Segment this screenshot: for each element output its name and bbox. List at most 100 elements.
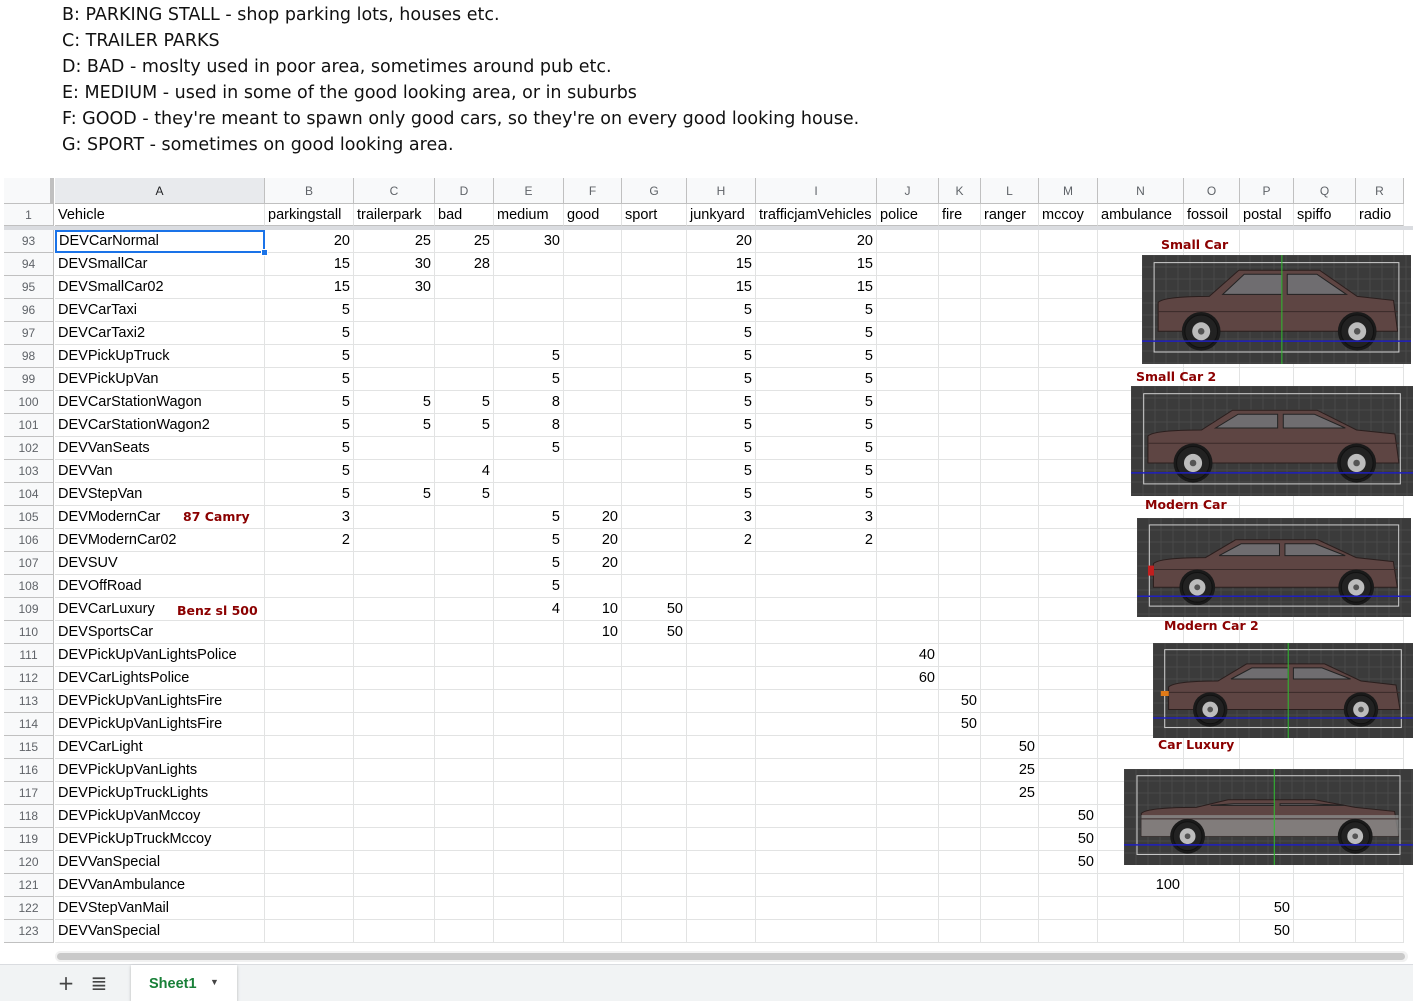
spawn-value-cell[interactable]: 5 bbox=[494, 345, 564, 368]
vehicle-name-cell[interactable]: DEVSmallCar bbox=[55, 253, 265, 276]
spawn-value-cell[interactable] bbox=[687, 621, 756, 644]
spawn-value-cell[interactable] bbox=[564, 299, 622, 322]
spawn-value-cell[interactable]: 5 bbox=[265, 322, 354, 345]
spawn-value-cell[interactable] bbox=[1240, 230, 1294, 253]
spawn-value-cell[interactable]: 8 bbox=[494, 414, 564, 437]
spawn-value-cell[interactable] bbox=[564, 736, 622, 759]
vehicle-name-cell[interactable]: DEVCarTaxi2 bbox=[55, 322, 265, 345]
spawn-value-cell[interactable] bbox=[494, 920, 564, 943]
column-header-a[interactable]: A bbox=[55, 178, 265, 204]
spawn-value-cell[interactable] bbox=[564, 276, 622, 299]
spawn-value-cell[interactable] bbox=[494, 667, 564, 690]
row-number[interactable]: 117 bbox=[4, 782, 54, 805]
spawn-value-cell[interactable] bbox=[622, 575, 687, 598]
spawn-value-cell[interactable] bbox=[265, 782, 354, 805]
spawn-value-cell[interactable] bbox=[1039, 552, 1098, 575]
spawn-value-cell[interactable] bbox=[622, 437, 687, 460]
spawn-value-cell[interactable] bbox=[1184, 874, 1240, 897]
spawn-value-cell[interactable]: 5 bbox=[756, 460, 877, 483]
spawn-value-cell[interactable] bbox=[354, 759, 435, 782]
column-header-f[interactable]: F bbox=[564, 178, 622, 204]
spawn-value-cell[interactable] bbox=[687, 644, 756, 667]
spawn-value-cell[interactable] bbox=[877, 230, 939, 253]
spawn-value-cell[interactable]: 5 bbox=[354, 391, 435, 414]
spawn-value-cell[interactable]: 5 bbox=[435, 414, 494, 437]
spawn-value-cell[interactable]: 25 bbox=[981, 782, 1039, 805]
spawn-value-cell[interactable] bbox=[756, 782, 877, 805]
spawn-value-cell[interactable]: 50 bbox=[1240, 920, 1294, 943]
spawn-value-cell[interactable] bbox=[756, 828, 877, 851]
spawn-value-cell[interactable] bbox=[435, 736, 494, 759]
vehicle-name-cell[interactable]: DEVModernCar02 bbox=[55, 529, 265, 552]
vehicle-name-cell[interactable]: DEVPickUpVanLights bbox=[55, 759, 265, 782]
column-title-cell[interactable]: spiffo bbox=[1294, 204, 1356, 226]
spawn-value-cell[interactable] bbox=[1294, 920, 1356, 943]
spawn-value-cell[interactable] bbox=[877, 874, 939, 897]
spawn-value-cell[interactable] bbox=[435, 299, 494, 322]
spawn-value-cell[interactable]: 5 bbox=[687, 460, 756, 483]
spawn-value-cell[interactable]: 5 bbox=[494, 437, 564, 460]
spawn-value-cell[interactable] bbox=[756, 713, 877, 736]
spawn-value-cell[interactable] bbox=[939, 253, 981, 276]
spawn-value-cell[interactable] bbox=[435, 759, 494, 782]
spawn-value-cell[interactable]: 15 bbox=[265, 253, 354, 276]
row-number[interactable]: 93 bbox=[4, 230, 54, 253]
spawn-value-cell[interactable] bbox=[877, 529, 939, 552]
row-number[interactable]: 116 bbox=[4, 759, 54, 782]
spawn-value-cell[interactable]: 5 bbox=[756, 391, 877, 414]
spawn-value-cell[interactable] bbox=[1039, 299, 1098, 322]
spawn-value-cell[interactable] bbox=[981, 552, 1039, 575]
spawn-value-cell[interactable] bbox=[622, 529, 687, 552]
spawn-value-cell[interactable] bbox=[354, 322, 435, 345]
spawn-value-cell[interactable] bbox=[877, 828, 939, 851]
spawn-value-cell[interactable] bbox=[1039, 345, 1098, 368]
spawn-value-cell[interactable] bbox=[435, 782, 494, 805]
row-number[interactable]: 105 bbox=[4, 506, 54, 529]
spawn-value-cell[interactable] bbox=[981, 322, 1039, 345]
sheet-tab[interactable]: Sheet1 ▼ bbox=[131, 965, 237, 1001]
spawn-value-cell[interactable] bbox=[435, 529, 494, 552]
spawn-value-cell[interactable] bbox=[877, 368, 939, 391]
spawn-value-cell[interactable] bbox=[877, 506, 939, 529]
spawn-value-cell[interactable] bbox=[756, 552, 877, 575]
spawn-value-cell[interactable]: 30 bbox=[354, 253, 435, 276]
vehicle-name-cell[interactable]: DEVOffRoad bbox=[55, 575, 265, 598]
spawn-value-cell[interactable]: 50 bbox=[1039, 828, 1098, 851]
spawn-value-cell[interactable] bbox=[756, 920, 877, 943]
spawn-value-cell[interactable] bbox=[265, 621, 354, 644]
vehicle-name-cell[interactable]: DEVPickUpVanLightsFire bbox=[55, 713, 265, 736]
spawn-value-cell[interactable] bbox=[494, 851, 564, 874]
spawn-value-cell[interactable] bbox=[981, 713, 1039, 736]
spawn-value-cell[interactable]: 3 bbox=[756, 506, 877, 529]
spawn-value-cell[interactable] bbox=[354, 598, 435, 621]
spawn-value-cell[interactable] bbox=[564, 690, 622, 713]
row-number[interactable]: 108 bbox=[4, 575, 54, 598]
spawn-value-cell[interactable] bbox=[981, 506, 1039, 529]
spawn-value-cell[interactable] bbox=[265, 552, 354, 575]
spawn-value-cell[interactable]: 5 bbox=[265, 345, 354, 368]
spawn-value-cell[interactable] bbox=[564, 230, 622, 253]
spawn-value-cell[interactable] bbox=[1098, 920, 1184, 943]
spawn-value-cell[interactable] bbox=[435, 437, 494, 460]
spawn-value-cell[interactable] bbox=[1356, 621, 1404, 644]
spawn-value-cell[interactable]: 5 bbox=[687, 345, 756, 368]
row-number[interactable]: 106 bbox=[4, 529, 54, 552]
spawn-value-cell[interactable] bbox=[494, 897, 564, 920]
row-number[interactable]: 111 bbox=[4, 644, 54, 667]
spawn-value-cell[interactable] bbox=[265, 736, 354, 759]
spawn-value-cell[interactable] bbox=[435, 828, 494, 851]
spawn-value-cell[interactable] bbox=[877, 253, 939, 276]
row-number[interactable]: 95 bbox=[4, 276, 54, 299]
vehicle-name-cell[interactable]: DEVPickUpTruckLights bbox=[55, 782, 265, 805]
spawn-value-cell[interactable] bbox=[877, 299, 939, 322]
vehicle-name-cell[interactable]: DEVCarTaxi bbox=[55, 299, 265, 322]
spawn-value-cell[interactable] bbox=[687, 690, 756, 713]
spawn-value-cell[interactable] bbox=[1039, 506, 1098, 529]
spawn-value-cell[interactable]: 15 bbox=[756, 276, 877, 299]
spawn-value-cell[interactable] bbox=[939, 552, 981, 575]
vehicle-name-cell[interactable]: DEVCarNormal bbox=[55, 230, 265, 253]
column-title-cell[interactable]: ranger bbox=[981, 204, 1039, 226]
spawn-value-cell[interactable]: 3 bbox=[265, 506, 354, 529]
spawn-value-cell[interactable] bbox=[1039, 621, 1098, 644]
spawn-value-cell[interactable] bbox=[939, 759, 981, 782]
